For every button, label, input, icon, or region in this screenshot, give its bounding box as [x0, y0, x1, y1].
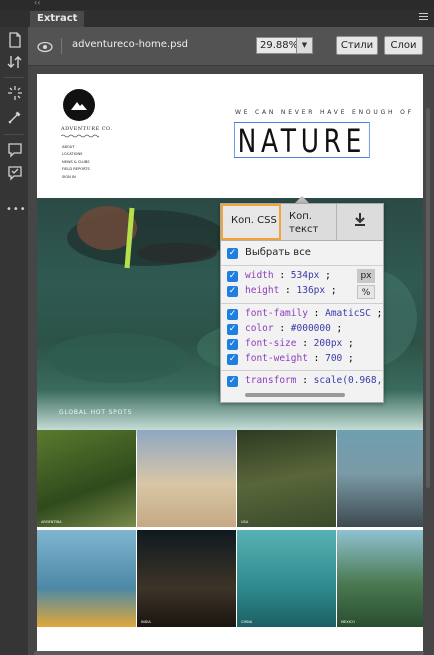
tagline: WE CAN NEVER HAVE ENOUGH OF: [235, 109, 414, 116]
popup-horizontal-scrollbar[interactable]: [245, 393, 345, 397]
prop-value: #000000: [290, 323, 331, 334]
headline-text: NATURE: [237, 122, 367, 160]
horizontal-scrollbar[interactable]: [34, 651, 424, 655]
copy-css-button[interactable]: Коп. CSS: [221, 204, 281, 240]
checkbox[interactable]: ✓: [227, 309, 238, 320]
popup-divider: [221, 370, 383, 371]
prop-value: 534px: [290, 270, 320, 281]
photo-label: ARGENTINA: [41, 520, 62, 524]
prop-name: font-weight: [245, 353, 308, 364]
headline-selected-layer[interactable]: NATURE: [234, 122, 370, 160]
photo-grid: ARGENTINA USA INDIA CHINA MEXICO: [37, 430, 423, 630]
toolbar-divider: [4, 134, 24, 135]
toolbar-divider: [4, 77, 24, 78]
unit-percent-button[interactable]: %: [357, 285, 375, 299]
panel-tab-bar: Extract: [0, 10, 434, 28]
nav-item[interactable]: FIELD REPORTS: [62, 166, 90, 173]
checkbox[interactable]: ✓: [227, 286, 238, 297]
prop-value: 136px: [296, 285, 326, 296]
select-all-label: Выбрать все: [245, 247, 311, 258]
prop-row-font-size[interactable]: ✓ font-size : 200px ;: [221, 337, 383, 353]
extract-main: adventureco-home.psd 29.88% ▼ Стили Слои…: [28, 27, 434, 655]
panel-menu-icon[interactable]: [419, 13, 428, 22]
canvas-area[interactable]: ADVENTURE CO. ABOUT LOCATIONS NEWS & CLU…: [28, 66, 434, 655]
prop-row-color[interactable]: ✓ color : #000000 ;: [221, 322, 383, 338]
page-icon[interactable]: [6, 32, 24, 50]
photo-label: INDIA: [141, 620, 151, 624]
comment-icon[interactable]: [6, 142, 24, 160]
checkbox[interactable]: ✓: [227, 324, 238, 335]
checkbox[interactable]: ✓: [227, 339, 238, 350]
tab-extract[interactable]: Extract: [30, 11, 85, 27]
photo-tile: CHINA: [237, 530, 336, 627]
checkbox[interactable]: ✓: [227, 376, 238, 387]
unit-px-button[interactable]: px: [357, 269, 375, 283]
logo-mark: [63, 89, 95, 121]
visibility-icon[interactable]: [37, 39, 53, 53]
photo-tile: [337, 430, 423, 527]
nav-item[interactable]: LOCATIONS: [62, 151, 90, 158]
popup-tabs: Коп. CSS Коп. текст: [221, 204, 383, 241]
logo-name: ADVENTURE CO.: [61, 126, 113, 132]
eyedropper-icon[interactable]: [6, 109, 24, 127]
photo-tile: [37, 530, 136, 627]
photo-label: CHINA: [241, 620, 253, 624]
prop-name: width: [245, 270, 274, 281]
checkbox[interactable]: ✓: [227, 354, 238, 365]
photo-tile: MEXICO: [337, 530, 423, 627]
nav-item[interactable]: ABOUT: [62, 144, 90, 151]
prop-value: AmaticSC: [325, 308, 371, 319]
select-all-row[interactable]: ✓ Выбрать все: [221, 246, 383, 262]
prop-name: font-family: [245, 308, 308, 319]
photo-label: USA: [241, 520, 249, 524]
file-name: adventureco-home.psd: [72, 39, 189, 50]
prop-name: transform: [245, 375, 297, 386]
left-toolbar: •••: [0, 27, 29, 655]
checkbox[interactable]: ✓: [227, 248, 238, 259]
photo-label: MEXICO: [341, 620, 355, 624]
more-icon[interactable]: •••: [6, 201, 26, 219]
photo-tile: USA: [237, 430, 336, 527]
top-strip: ‹‹: [0, 0, 434, 10]
checkbox[interactable]: ✓: [227, 271, 238, 282]
vertical-scrollbar[interactable]: [426, 108, 430, 488]
prop-value: 200px: [313, 338, 343, 349]
popup-divider: [221, 265, 383, 266]
logo-wave: [61, 134, 99, 138]
photo-tile: INDIA: [137, 530, 236, 627]
prop-row-font-weight[interactable]: ✓ font-weight : 700 ;: [221, 352, 383, 368]
copy-text-button[interactable]: Коп. текст: [281, 204, 337, 240]
photo-tile: [137, 430, 236, 527]
prop-value: scale(0.968,0: [313, 375, 383, 386]
section-title: GLOBAL HOT SPOTS: [59, 409, 133, 416]
download-icon[interactable]: [337, 204, 383, 240]
sort-icon[interactable]: [6, 54, 24, 72]
nav-item[interactable]: SIGN IN: [62, 174, 90, 181]
zoom-value[interactable]: 29.88%: [260, 40, 298, 51]
comment-check-icon[interactable]: [6, 165, 24, 183]
css-inspector-popup: Коп. CSS Коп. текст ✓ Выбрать все ✓ widt…: [220, 203, 384, 403]
prop-row-font-family[interactable]: ✓ font-family : AmaticSC ;: [221, 307, 383, 323]
prop-row-transform[interactable]: ✓ transform : scale(0.968,0: [221, 374, 383, 390]
magic-wand-icon[interactable]: [6, 85, 24, 103]
collapse-panel-button[interactable]: ‹‹: [34, 0, 40, 7]
prop-value: 700: [325, 353, 343, 364]
site-nav: ABOUT LOCATIONS NEWS & CLUBS FIELD REPOR…: [62, 144, 90, 181]
layers-button[interactable]: Слои: [384, 36, 423, 55]
prop-name: height: [245, 285, 280, 296]
document-header: adventureco-home.psd 29.88% ▼ Стили Слои: [28, 27, 434, 66]
header-divider: [61, 38, 62, 54]
zoom-dropdown-button[interactable]: ▼: [296, 37, 313, 54]
prop-name: font-size: [245, 338, 297, 349]
prop-name: color: [245, 323, 274, 334]
styles-button[interactable]: Стили: [336, 36, 378, 55]
photo-tile: ARGENTINA: [37, 430, 136, 527]
popup-divider: [221, 303, 383, 304]
nav-item[interactable]: NEWS & CLUBS: [62, 159, 90, 166]
